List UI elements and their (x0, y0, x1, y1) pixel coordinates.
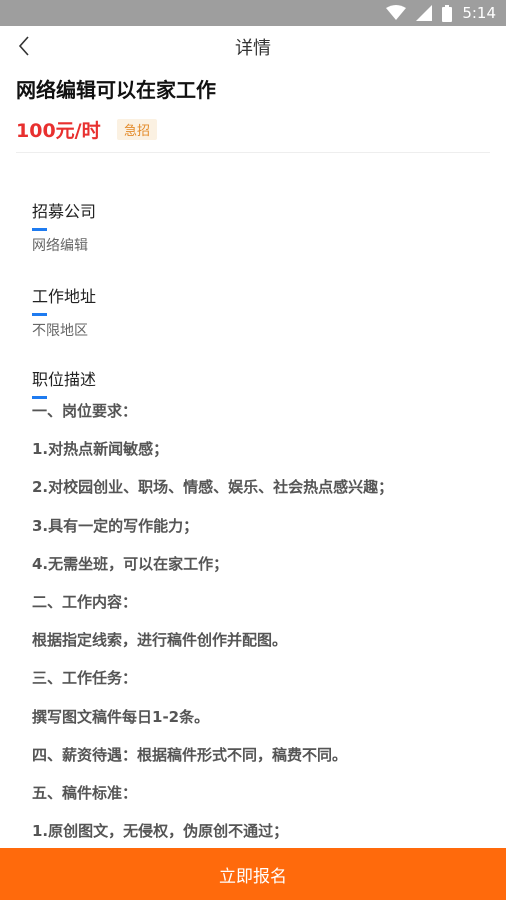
urgent-badge: 急招 (117, 119, 158, 140)
description-line: 撰写图文稿件每日1-2条。 (32, 707, 210, 726)
signal-icon (416, 5, 433, 21)
salary: 100元/时 (16, 120, 101, 142)
description-line: 1.对热点新闻敏感； (32, 440, 169, 459)
company-label: 招募公司 (32, 202, 97, 221)
apply-button[interactable]: 立即报名 (0, 848, 506, 900)
description-label: 职位描述 (32, 370, 97, 389)
description-line: 三、工作任务： (32, 669, 138, 688)
status-bar: 5:14 (0, 0, 506, 26)
status-icons: 5:14 (386, 3, 496, 23)
nav-bar: 详情 (0, 26, 506, 66)
header-divider (16, 152, 490, 153)
description-line: 二、工作内容： (32, 592, 138, 611)
description-line: 一、岗位要求： (32, 402, 138, 420)
address-value: 不限地区 (32, 323, 88, 339)
battery-icon (442, 4, 453, 22)
wifi-icon (386, 5, 407, 21)
address-accent-bar (32, 313, 47, 316)
company-accent-bar (32, 228, 47, 231)
status-time: 5:14 (462, 4, 496, 22)
page-title: 详情 (235, 38, 271, 59)
description-list: 一、岗位要求： 1.对热点新闻敏感； 2.对校园创业、职场、情感、娱乐、社会热点… (32, 395, 492, 853)
address-label: 工作地址 (32, 287, 97, 306)
description-line: 五、稿件标准： (32, 783, 138, 802)
description-line: 2.对校园创业、职场、情感、娱乐、社会热点感兴趣； (32, 478, 394, 497)
description-line: 四、薪资待遇：根据稿件形式不同，稿费不同。 (32, 745, 348, 764)
description-line: 4.无需坐班，可以在家工作； (32, 554, 229, 573)
job-title: 网络编辑可以在家工作 (16, 78, 216, 102)
description-line: 3.具有一定的写作能力； (32, 516, 199, 535)
description-line: 根据指定线索，进行稿件创作并配图。 (32, 631, 288, 650)
company-value: 网络编辑 (32, 238, 88, 254)
